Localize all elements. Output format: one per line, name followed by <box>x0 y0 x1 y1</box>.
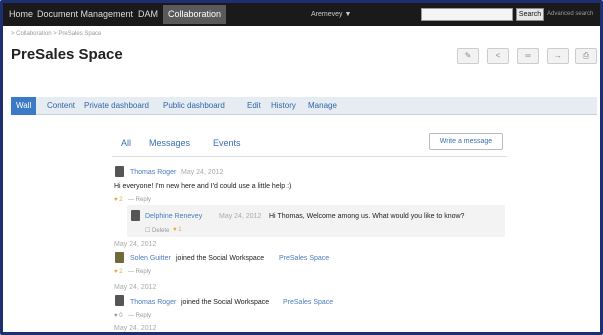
tab-bar: Wall Content Private dashboard Public da… <box>11 97 597 115</box>
like-count[interactable]: ♥ 1 <box>173 227 182 233</box>
like-count[interactable]: ♥ 0 <box>114 313 123 319</box>
like-count[interactable]: ♥ 2 <box>114 269 123 275</box>
avatar[interactable] <box>131 210 140 221</box>
tab-public-dashboard[interactable]: Public dashboard <box>163 100 225 112</box>
write-message-button[interactable]: Write a message <box>429 133 503 150</box>
delete-link[interactable]: ☐ Delete <box>145 227 169 234</box>
nav-document-management[interactable]: Document Management <box>35 7 135 22</box>
nav-collaboration[interactable]: Collaboration <box>163 5 227 24</box>
event-date: May 24, 2012 <box>114 241 157 248</box>
avatar[interactable] <box>115 295 124 306</box>
arrow-icon[interactable]: → <box>547 48 569 64</box>
tab-content[interactable]: Content <box>47 100 75 112</box>
post-author[interactable]: Thomas Roger <box>130 169 176 176</box>
post-date: May 24, 2012 <box>181 169 224 176</box>
reply-link[interactable]: — Reply <box>128 269 151 275</box>
search-button[interactable]: Search <box>516 8 544 21</box>
user-menu[interactable]: Aremevey ▼ <box>311 7 351 22</box>
event-date: May 24, 2012 <box>114 284 157 291</box>
avatar[interactable] <box>115 252 124 263</box>
post-message: Hi everyone! I'm new here and I'd could … <box>114 183 292 190</box>
reply-message: Hi Thomas, Welcome among us. What would … <box>269 213 465 220</box>
space-link[interactable]: PreSales Space <box>283 299 333 306</box>
space-link[interactable]: PreSales Space <box>279 255 329 262</box>
stream-tab-events[interactable]: Events <box>213 138 241 148</box>
event-date: May 24, 2012 <box>114 325 157 332</box>
event-text: joined the Social Workspace <box>176 255 265 262</box>
share-icon[interactable]: < <box>487 48 509 64</box>
reply-link[interactable]: — Reply <box>128 197 151 203</box>
glasses-icon[interactable]: ∞ <box>517 48 539 64</box>
reply-author[interactable]: Delphine Renevey <box>145 213 202 220</box>
edit-icon[interactable]: ✎ <box>457 48 479 64</box>
print-icon[interactable]: ⎙ <box>575 48 597 64</box>
search-input[interactable] <box>421 8 513 21</box>
tab-wall[interactable]: Wall <box>11 97 37 115</box>
reply-link[interactable]: — Reply <box>128 313 151 319</box>
breadcrumb[interactable]: > Collaboration > PreSales Space <box>11 31 101 37</box>
reply-box <box>127 205 505 237</box>
top-nav-bar: Home Document Management DAM Collaborati… <box>3 3 600 26</box>
reply-date: May 24, 2012 <box>219 213 262 220</box>
advanced-search-link[interactable]: Advanced search <box>547 9 593 20</box>
nav-dam[interactable]: DAM <box>136 7 160 22</box>
event-text: joined the Social Workspace <box>181 299 270 306</box>
avatar[interactable] <box>115 166 124 177</box>
tab-edit[interactable]: Edit <box>247 100 261 112</box>
nav-home[interactable]: Home <box>7 7 35 22</box>
like-count[interactable]: ♥ 2 <box>114 197 123 203</box>
tab-private-dashboard[interactable]: Private dashboard <box>84 100 149 112</box>
stream-tab-messages[interactable]: Messages <box>149 138 190 148</box>
stream-tab-all[interactable]: All <box>121 138 131 148</box>
tab-history[interactable]: History <box>271 100 296 112</box>
page-title: PreSales Space <box>11 46 123 63</box>
app-frame: Home Document Management DAM Collaborati… <box>0 0 603 335</box>
tab-manage[interactable]: Manage <box>308 100 337 112</box>
stream-divider <box>112 156 507 157</box>
event-author[interactable]: Solen Guitter <box>130 255 171 262</box>
event-author[interactable]: Thomas Roger <box>130 299 176 306</box>
